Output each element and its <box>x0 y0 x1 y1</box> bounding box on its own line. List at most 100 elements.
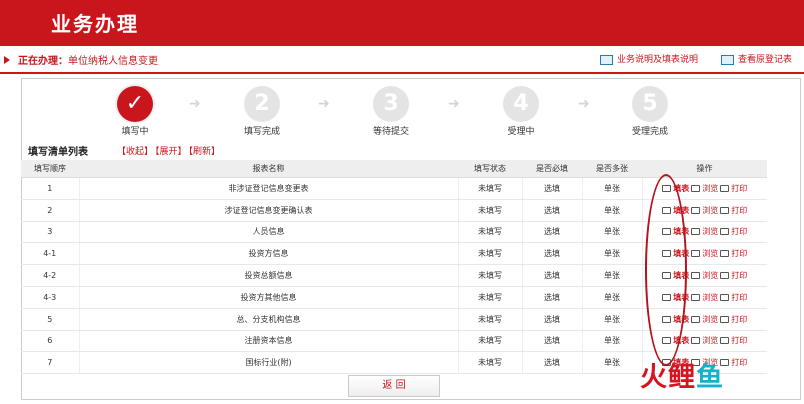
browse-link[interactable]: 浏览 <box>702 205 718 216</box>
record-link[interactable]: 查看原登记表 <box>721 52 792 65</box>
eye-icon <box>691 184 701 192</box>
eye-icon <box>691 315 701 323</box>
multi-flag: 单张 <box>582 308 643 331</box>
row-order: 3 <box>21 221 80 244</box>
highlight-ellipse <box>645 174 687 366</box>
browse-link[interactable]: 浏览 <box>702 226 718 237</box>
required-flag: 选填 <box>522 221 583 244</box>
print-link[interactable]: 打印 <box>731 314 747 325</box>
row-order: 4-2 <box>21 264 80 287</box>
row-order: 4-3 <box>21 286 80 309</box>
form-name: 总、分支机构信息 <box>79 308 459 331</box>
multi-flag: 单张 <box>582 351 643 375</box>
step-arrow-icon: ➜ <box>189 96 201 112</box>
browse-link[interactable]: 浏览 <box>702 335 718 346</box>
page-header: 业务办理 <box>0 0 804 46</box>
eye-icon <box>691 337 701 345</box>
current-task-label: 正在办理： <box>18 56 68 67</box>
step-5: 5 受理完成 <box>610 86 690 137</box>
row-order: 5 <box>21 308 80 331</box>
required-flag: 选填 <box>522 351 583 375</box>
fill-status: 未填写 <box>458 330 523 353</box>
guide-link[interactable]: 业务说明及填表说明 <box>600 52 698 65</box>
required-flag: 选填 <box>522 286 583 309</box>
required-flag: 选填 <box>522 330 583 353</box>
refresh-link[interactable]: 【刷新】 <box>189 147 221 157</box>
multi-flag: 单张 <box>582 330 643 353</box>
browse-link[interactable]: 浏览 <box>702 270 718 281</box>
list-actions: 【收起】 【展开】 【刷新】 <box>117 144 222 157</box>
required-flag: 选填 <box>522 199 583 222</box>
printer-icon <box>720 206 730 214</box>
return-button[interactable]: 返 回 <box>348 375 440 397</box>
step-3: 3 等待提交 <box>351 86 431 137</box>
fill-status: 未填写 <box>458 308 523 331</box>
row-order: 2 <box>21 199 80 222</box>
status-bar: 正在办理： 单位纳税人信息变更 业务说明及填表说明 查看原登记表 <box>0 46 804 74</box>
fill-status: 未填写 <box>458 177 523 200</box>
printer-icon <box>720 293 730 301</box>
collapse-link[interactable]: 【收起】 <box>117 147 153 157</box>
table-header: 填写顺序 报表名称 填写状态 是否必填 是否多张 操作 <box>21 160 767 178</box>
fill-status: 未填写 <box>458 199 523 222</box>
print-link[interactable]: 打印 <box>731 183 747 194</box>
step-arrow-icon: ➜ <box>448 96 460 112</box>
step-arrow-icon: ➜ <box>578 96 590 112</box>
check-icon: ✓ <box>117 86 153 122</box>
eye-icon <box>691 272 701 280</box>
arrow-icon <box>4 56 10 64</box>
form-name: 涉证登记信息变更确认表 <box>79 199 459 222</box>
multi-flag: 单张 <box>582 242 643 266</box>
print-link[interactable]: 打印 <box>731 248 747 259</box>
required-flag: 选填 <box>522 308 583 331</box>
step-2: 2 填写完成 <box>222 86 302 137</box>
required-flag: 选填 <box>522 264 583 287</box>
browse-link[interactable]: 浏览 <box>702 183 718 194</box>
fill-status: 未填写 <box>458 242 523 266</box>
current-task-value: 单位纳税人信息变更 <box>68 56 158 67</box>
row-order: 1 <box>21 177 80 200</box>
form-name: 投资总额信息 <box>79 264 459 287</box>
multi-flag: 单张 <box>582 177 643 200</box>
eye-icon <box>691 250 701 258</box>
fill-status: 未填写 <box>458 221 523 244</box>
form-name: 投资方信息 <box>79 242 459 266</box>
required-flag: 选填 <box>522 177 583 200</box>
browse-link[interactable]: 浏览 <box>702 292 718 303</box>
eye-icon <box>691 206 701 214</box>
row-order: 4-1 <box>21 242 80 266</box>
row-order: 6 <box>21 330 80 353</box>
print-link[interactable]: 打印 <box>731 226 747 237</box>
form-name: 投资方其他信息 <box>79 286 459 309</box>
row-order: 7 <box>21 351 80 375</box>
required-flag: 选填 <box>522 242 583 266</box>
browse-link[interactable]: 浏览 <box>702 314 718 325</box>
print-link[interactable]: 打印 <box>731 357 747 368</box>
print-link[interactable]: 打印 <box>731 205 747 216</box>
multi-flag: 单张 <box>582 286 643 309</box>
multi-flag: 单张 <box>582 221 643 244</box>
browse-link[interactable]: 浏览 <box>702 248 718 259</box>
print-link[interactable]: 打印 <box>731 270 747 281</box>
step-1: ✓ 填写中 <box>95 86 175 137</box>
eye-icon <box>691 293 701 301</box>
printer-icon <box>720 250 730 258</box>
step-arrow-icon: ➜ <box>318 96 330 112</box>
print-link[interactable]: 打印 <box>731 335 747 346</box>
printer-icon <box>720 272 730 280</box>
multi-flag: 单张 <box>582 199 643 222</box>
print-link[interactable]: 打印 <box>731 292 747 303</box>
printer-icon <box>720 337 730 345</box>
fill-status: 未填写 <box>458 286 523 309</box>
form-name: 非涉证登记信息变更表 <box>79 177 459 200</box>
book-icon <box>721 54 734 65</box>
book-icon <box>600 54 613 65</box>
printer-icon <box>720 228 730 236</box>
expand-link[interactable]: 【展开】 <box>155 147 187 157</box>
multi-flag: 单张 <box>582 264 643 287</box>
fill-status: 未填写 <box>458 264 523 287</box>
form-name: 注册资本信息 <box>79 330 459 353</box>
form-name: 人员信息 <box>79 221 459 244</box>
watermark-logo: 火鲤鱼 <box>640 362 724 393</box>
eye-icon <box>691 228 701 236</box>
